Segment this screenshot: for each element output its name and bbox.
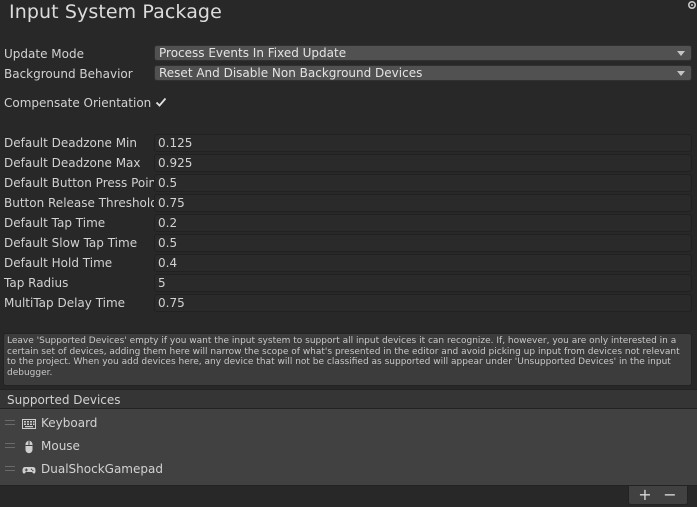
default-tap-time-row: Default Tap Time 0.2 bbox=[0, 213, 697, 233]
update-mode-label: Update Mode bbox=[4, 47, 84, 61]
drag-handle-icon[interactable] bbox=[5, 420, 15, 425]
default-slow-tap-time-input[interactable]: 0.5 bbox=[154, 234, 692, 252]
field-label: Tap Radius bbox=[4, 276, 69, 290]
supported-devices-help-box: Leave 'Supported Devices' empty if you w… bbox=[3, 333, 692, 386]
field-value: 0.75 bbox=[158, 296, 185, 310]
background-behavior-value: Reset And Disable Non Background Devices bbox=[159, 66, 423, 80]
list-item[interactable]: Keyboard bbox=[0, 413, 697, 435]
supported-devices-header: Supported Devices bbox=[0, 389, 697, 409]
tap-radius-input[interactable]: 5 bbox=[154, 274, 692, 292]
compensate-orientation-checkbox[interactable] bbox=[154, 95, 168, 109]
default-button-press-point-row: Default Button Press Point 0.5 bbox=[0, 173, 697, 193]
default-button-press-point-input[interactable]: 0.5 bbox=[154, 174, 692, 192]
field-label: Default Deadzone Min bbox=[4, 136, 137, 150]
button-release-threshold-row: Button Release Threshold 0.75 bbox=[0, 193, 697, 213]
default-deadzone-min-row: Default Deadzone Min 0.125 bbox=[0, 133, 697, 153]
list-footer: + − bbox=[628, 486, 688, 505]
multitap-delay-time-input[interactable]: 0.75 bbox=[154, 294, 692, 312]
default-deadzone-max-input[interactable]: 0.925 bbox=[154, 154, 692, 172]
field-label: Default Slow Tap Time bbox=[4, 236, 138, 250]
gamepad-icon bbox=[22, 467, 36, 474]
default-hold-time-input[interactable]: 0.4 bbox=[154, 254, 692, 272]
multitap-delay-time-row: MultiTap Delay Time 0.75 bbox=[0, 293, 697, 313]
supported-devices-title: Supported Devices bbox=[7, 393, 121, 407]
keyboard-icon bbox=[22, 419, 36, 429]
default-tap-time-input[interactable]: 0.2 bbox=[154, 214, 692, 232]
device-label: Keyboard bbox=[41, 416, 98, 430]
supported-devices-list: Keyboard Mouse DualShockGamepad bbox=[0, 409, 697, 486]
field-value: 0.4 bbox=[158, 256, 178, 270]
field-value: 0.5 bbox=[158, 176, 178, 190]
page-title: Input System Package bbox=[9, 1, 222, 23]
device-label: Mouse bbox=[41, 439, 80, 453]
device-label: DualShockGamepad bbox=[41, 462, 163, 476]
field-value: 0.925 bbox=[158, 156, 193, 170]
background-behavior-label: Background Behavior bbox=[4, 67, 133, 81]
compensate-orientation-row: Compensate Orientation bbox=[0, 93, 697, 113]
background-behavior-dropdown[interactable]: Reset And Disable Non Background Devices bbox=[154, 65, 692, 81]
chevron-down-icon bbox=[677, 51, 685, 56]
field-value: 0.2 bbox=[158, 216, 178, 230]
drag-handle-icon[interactable] bbox=[5, 466, 15, 471]
mouse-icon bbox=[25, 440, 33, 454]
list-item[interactable]: DualShockGamepad bbox=[0, 459, 697, 481]
drag-handle-icon[interactable] bbox=[5, 443, 15, 448]
list-item[interactable]: Mouse bbox=[0, 436, 697, 458]
field-value: 0.125 bbox=[158, 136, 193, 150]
remove-device-button[interactable]: − bbox=[659, 486, 681, 504]
field-label: Default Deadzone Max bbox=[4, 156, 141, 170]
field-label: MultiTap Delay Time bbox=[4, 296, 126, 310]
compensate-orientation-label: Compensate Orientation bbox=[4, 96, 152, 110]
field-label: Default Hold Time bbox=[4, 256, 113, 270]
default-deadzone-min-input[interactable]: 0.125 bbox=[154, 134, 692, 152]
field-value: 0.5 bbox=[158, 236, 178, 250]
default-slow-tap-time-row: Default Slow Tap Time 0.5 bbox=[0, 233, 697, 253]
field-label: Default Tap Time bbox=[4, 216, 106, 230]
update-mode-value: Process Events In Fixed Update bbox=[159, 46, 347, 60]
background-behavior-row: Background Behavior Reset And Disable No… bbox=[0, 64, 697, 84]
tap-radius-row: Tap Radius 5 bbox=[0, 273, 697, 293]
gear-icon[interactable] bbox=[684, 0, 697, 14]
field-value: 0.75 bbox=[158, 196, 185, 210]
field-label: Button Release Threshold bbox=[4, 196, 158, 210]
update-mode-dropdown[interactable]: Process Events In Fixed Update bbox=[154, 45, 692, 61]
update-mode-row: Update Mode Process Events In Fixed Upda… bbox=[0, 44, 697, 64]
add-device-button[interactable]: + bbox=[634, 486, 656, 504]
default-deadzone-max-row: Default Deadzone Max 0.925 bbox=[0, 153, 697, 173]
field-value: 5 bbox=[158, 276, 166, 290]
default-hold-time-row: Default Hold Time 0.4 bbox=[0, 253, 697, 273]
chevron-down-icon bbox=[677, 71, 685, 76]
field-label: Default Button Press Point bbox=[4, 176, 161, 190]
button-release-threshold-input[interactable]: 0.75 bbox=[154, 194, 692, 212]
